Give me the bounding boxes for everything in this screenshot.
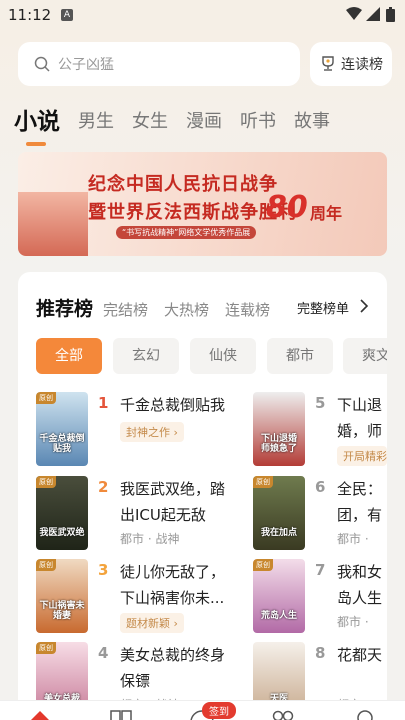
tab-female[interactable]: 女生	[132, 106, 168, 138]
main-tabs: 小说 男生 女生 漫画 听书 故事	[14, 98, 348, 146]
book-title: 花都天	[337, 646, 383, 664]
ranking-tab-serial[interactable]: 连载榜	[225, 299, 270, 320]
signal-icon	[366, 7, 380, 21]
book-cover: 原创 荒岛人生	[253, 559, 305, 633]
ranking-tab-completed[interactable]: 完结榜	[103, 299, 148, 320]
notification-icon: A	[61, 9, 73, 21]
profile-icon[interactable]	[356, 709, 374, 720]
chip-all[interactable]: 全部	[36, 338, 102, 374]
banner-number: 80	[266, 190, 308, 225]
cover-title: 我医武双绝	[39, 528, 85, 538]
search-placeholder: 公子凶猛	[58, 57, 114, 73]
full-ranking-link[interactable]: 完整榜单	[297, 298, 349, 317]
book-title: 徒儿你无敌了，下山祸害你未...	[120, 563, 226, 607]
community-icon[interactable]	[272, 710, 294, 720]
signin-badge[interactable]: 签到	[202, 702, 236, 719]
book-cover: 原创 下山祸害未婚妻	[36, 559, 88, 633]
wifi-icon	[346, 7, 362, 20]
book-cover: 原创 千金总裁倒贴我	[36, 392, 88, 466]
original-badge: 原创	[36, 476, 56, 488]
book-title: 全民：团，有	[337, 480, 383, 524]
original-badge: 原创	[36, 392, 56, 404]
book-cover: 下山退婚 师娘急了	[253, 392, 305, 466]
bookshelf-icon[interactable]	[110, 710, 132, 720]
cover-title: 下山退婚 师娘急了	[260, 434, 297, 454]
book-meta: 都市 ·	[337, 615, 369, 629]
ranking-tab-recommend[interactable]: 推荐榜	[36, 294, 93, 321]
book-rank: 1	[98, 394, 109, 412]
original-badge: 原创	[36, 559, 56, 571]
book-rank: 2	[98, 478, 109, 496]
search-icon	[34, 56, 50, 72]
book-rank: 5	[315, 394, 326, 412]
book-title: 我和女岛人生	[337, 563, 383, 607]
book-title: 下山退婚，师娘急了	[337, 396, 383, 440]
cover-title: 我在加点	[260, 528, 297, 538]
book-tag-label: 题材新颖	[126, 617, 170, 630]
cover-title: 下山祸害未婚妻	[39, 601, 85, 621]
status-bar: 11:12 A	[0, 0, 405, 30]
chip-shuangwen[interactable]: 爽文	[343, 338, 387, 374]
tab-audiobook[interactable]: 听书	[240, 106, 276, 138]
book-item[interactable]: 原创 我在加点 6 全民：团，有 都市 ·	[253, 476, 405, 554]
banner-tag: “书写抗战精神”网络文学优秀作品展	[116, 226, 257, 239]
tab-male[interactable]: 男生	[78, 106, 114, 138]
ranking-card: 推荐榜 完结榜 大热榜 连载榜 完整榜单 全部 玄幻 仙侠 都市 爽文 原创 千…	[18, 272, 387, 720]
book-rank: 4	[98, 644, 109, 662]
book-title: 我医武双绝，踏出ICU起无敌	[120, 480, 226, 524]
book-item[interactable]: 原创 下山祸害未婚妻 3 徒儿你无敌了，下山祸害你未... 题材新颖 ›	[36, 559, 225, 637]
book-rank: 6	[315, 478, 326, 496]
book-cover: 原创 我医武双绝	[36, 476, 88, 550]
chip-xianxia[interactable]: 仙侠	[190, 338, 256, 374]
book-item[interactable]: 原创 千金总裁倒贴我 1 千金总裁倒贴我 封神之作 ›	[36, 392, 225, 470]
chip-urban[interactable]: 都市	[267, 338, 333, 374]
home-icon[interactable]	[30, 709, 50, 720]
chip-xuanhuan[interactable]: 玄幻	[113, 338, 179, 374]
book-tag: 题材新颖 ›	[120, 613, 184, 633]
banner-wall-illustration	[18, 192, 88, 256]
reading-rank-button[interactable]: 连读榜	[310, 42, 392, 86]
book-rank: 3	[98, 561, 109, 579]
book-meta: 都市 · 战神	[120, 532, 180, 546]
book-meta: 都市 ·	[337, 532, 369, 546]
book-rank: 8	[315, 644, 326, 662]
book-tag-label: 封神之作	[126, 426, 170, 439]
ranking-tab-hot[interactable]: 大热榜	[164, 299, 209, 320]
book-title: 美女总裁的终身保镖	[120, 646, 226, 690]
banner-suffix: 周年	[310, 204, 343, 223]
book-tag: 封神之作 ›	[120, 422, 184, 442]
status-time: 11:12	[8, 6, 52, 24]
cover-title: 千金总裁倒贴我	[39, 434, 85, 454]
book-item[interactable]: 原创 我医武双绝 2 我医武双绝，踏出ICU起无敌 都市 · 战神	[36, 476, 225, 554]
search-bar[interactable]: 公子凶猛	[18, 42, 300, 86]
trophy-icon	[322, 56, 334, 71]
original-badge: 原创	[253, 476, 273, 488]
ranking-tabs: 推荐榜 完结榜 大热榜 连载榜	[36, 294, 286, 321]
book-rank: 7	[315, 561, 326, 579]
battery-icon	[386, 7, 395, 22]
book-item[interactable]: 下山退婚 师娘急了 5 下山退婚，师娘急了 开局精彩	[253, 392, 405, 470]
original-badge: 原创	[36, 642, 56, 654]
book-cover: 原创 我在加点	[253, 476, 305, 550]
chevron-right-icon[interactable]	[359, 299, 369, 313]
tab-novel[interactable]: 小说	[14, 106, 60, 146]
genre-chips: 全部 玄幻 仙侠 都市 爽文	[36, 338, 387, 374]
cover-title: 荒岛人生	[260, 611, 297, 621]
promo-banner[interactable]: 纪念中国人民抗日战争 暨世界反法西斯战争胜利 80 周年 “书写抗战精神”网络文…	[18, 152, 387, 256]
banner-line1: 纪念中国人民抗日战争	[88, 174, 278, 195]
tab-story[interactable]: 故事	[294, 106, 330, 138]
original-badge: 原创	[253, 559, 273, 571]
book-item[interactable]: 原创 荒岛人生 7 我和女岛人生 都市 ·	[253, 559, 405, 637]
reading-rank-label: 连读榜	[341, 57, 383, 73]
tab-comics[interactable]: 漫画	[186, 106, 222, 138]
book-tag: 开局精彩	[337, 446, 387, 466]
book-title: 千金总裁倒贴我	[120, 396, 226, 414]
